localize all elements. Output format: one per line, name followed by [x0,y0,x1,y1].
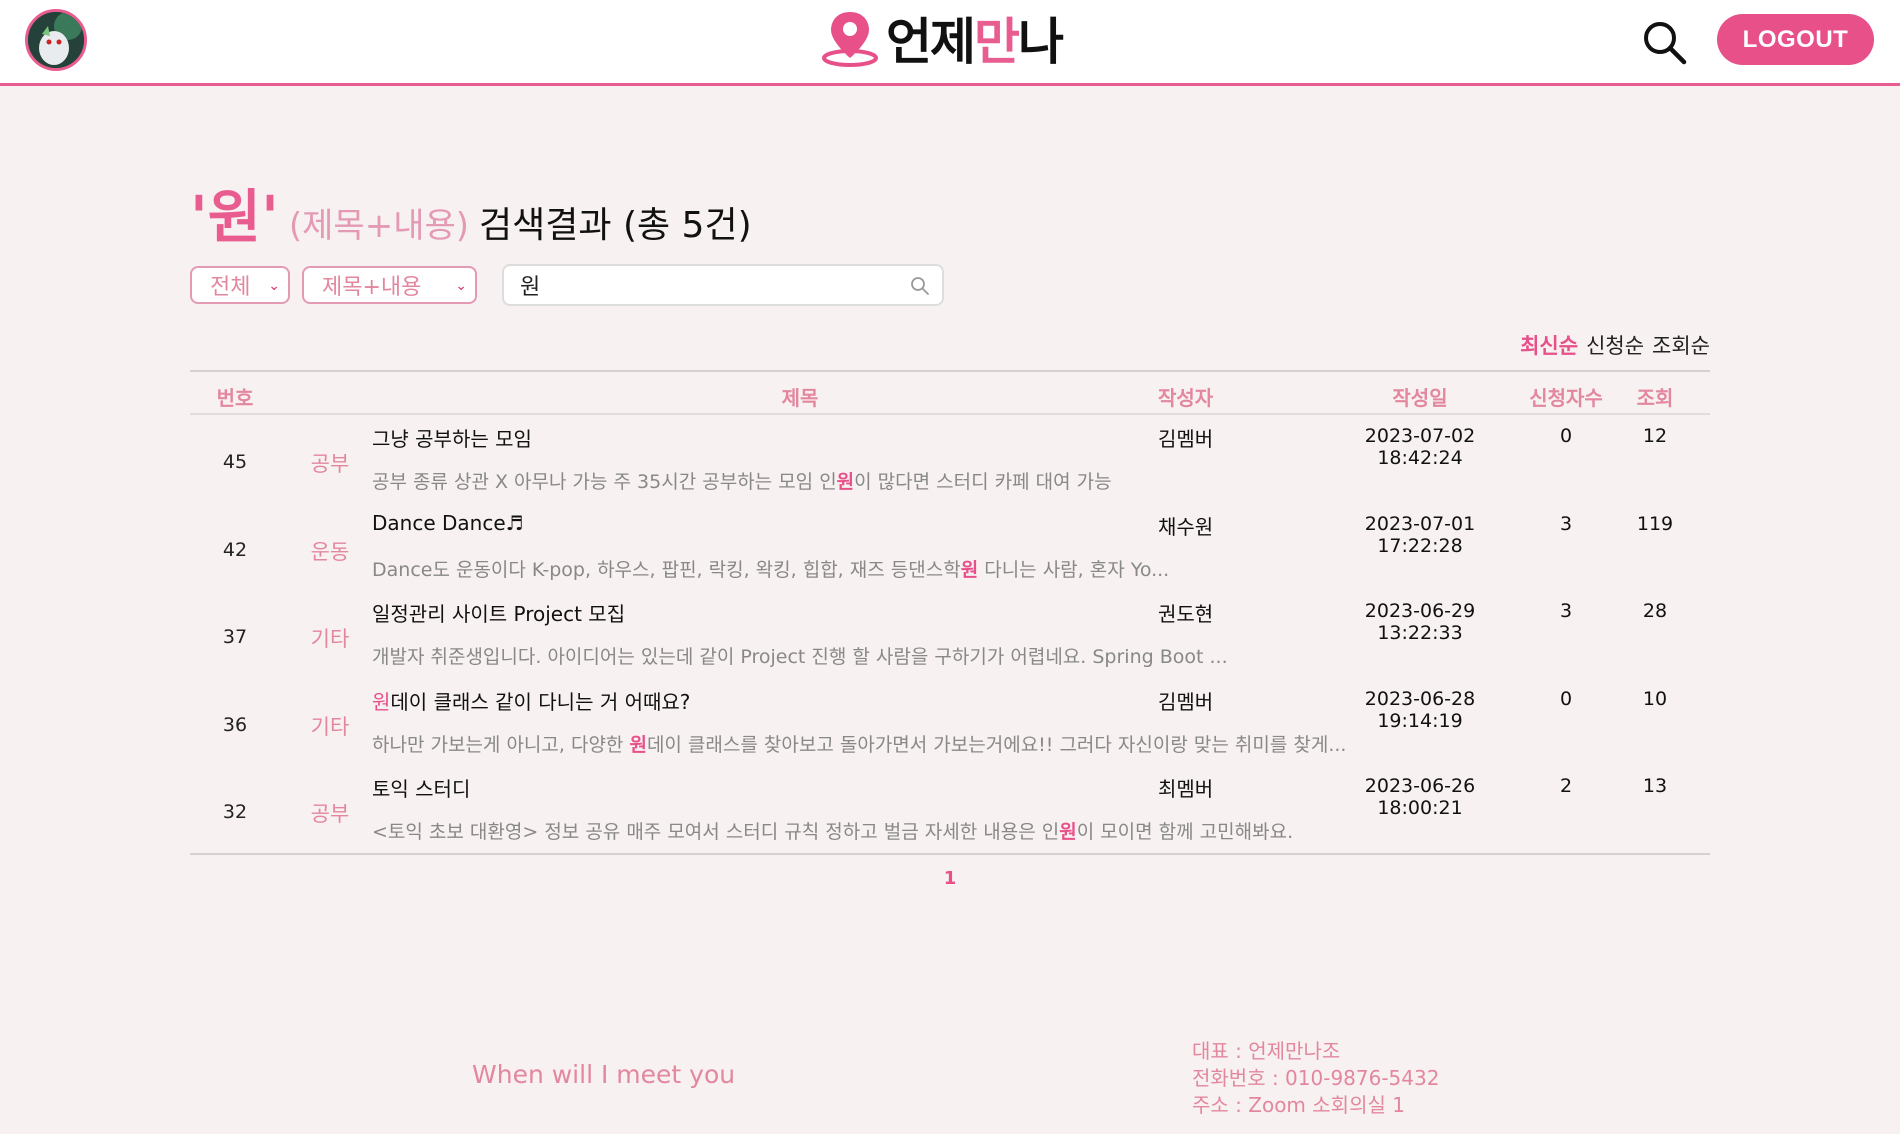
sort-bar: 최신순 신청순 조회순 [1505,330,1710,360]
row-title[interactable]: 원데이 클래스 같이 다니는 거 어때요? [372,686,690,715]
row-category: 공부 [310,802,350,826]
table-header: 번호 제목 작성자 작성일 신청자수 조회 [190,372,1710,415]
search-input[interactable] [520,270,900,300]
row-author: 김멤버 [1158,427,1214,451]
row-title[interactable]: 일정관리 사이트 Project 모집 [372,598,625,627]
search-icon[interactable] [1640,18,1688,66]
row-number: 37 [222,626,248,648]
row-date: 2023-06-28 19:14:19 [1364,687,1476,732]
row-date: 2023-06-26 18:00:21 [1364,775,1476,819]
chevron-down-icon: ⌄ [455,278,467,294]
table-row[interactable]: 37 기타 일정관리 사이트 Project 모집 개발자 취준생입니다. 아이… [190,590,1710,678]
row-applicants: 3 [1559,600,1573,622]
search-type-label: (제목+내용) [288,206,470,246]
header-views: 조회 [1636,386,1674,410]
row-views: 10 [1642,687,1668,710]
table-row[interactable]: 32 공부 토익 스터디 <토익 초보 대환영> 정보 공유 매주 모여서 스터… [190,765,1710,853]
row-category: 공부 [310,452,350,476]
search-type-select-value: 제목+내용 [322,275,422,300]
table-row[interactable]: 42 운동 Dance Dance♬ Dance도 운동이다 K-pop, 하우… [190,503,1710,591]
row-title[interactable]: 토익 스터디 [372,773,470,802]
category-select-value: 전체 [210,275,251,300]
search-result-title: '원' (제목+내용) 검색결과 (총 5건) [190,170,752,251]
location-pin-icon [822,12,878,67]
row-applicants: 0 [1559,687,1573,710]
row-title[interactable]: 그냥 공부하는 모임 [372,423,532,452]
row-category: 기타 [310,714,350,739]
row-date: 2023-07-01 17:22:28 [1364,512,1476,557]
row-applicants: 0 [1559,425,1573,447]
footer-phone: 전화번호 : 010-9876-5432 [1192,1066,1440,1090]
footer-address: 주소 : Zoom 소회의실 1 [1192,1093,1405,1117]
results-table: 번호 제목 작성자 작성일 신청자수 조회 45 공부 그냥 공부하는 모임 공… [190,370,1710,855]
search-type-select[interactable]: 제목+내용 ⌄ [302,266,477,304]
footer-info: 대표 : 언제만나조 전화번호 : 010-9876-5432 주소 : Zoo… [1192,1038,1439,1119]
row-number: 45 [222,451,248,473]
row-views: 119 [1636,512,1674,535]
row-author: 권도현 [1158,602,1214,626]
row-views: 13 [1642,775,1668,797]
row-preview: 공부 종류 상관 X 아무나 가능 주 35시간 공부하는 모임 인원이 많다면… [372,471,1112,493]
header: 언제만나 LOGOUT [0,0,1900,86]
search-box [502,264,944,306]
row-date: 2023-06-29 13:22:33 [1364,600,1476,644]
sort-applicants[interactable]: 신청순 [1586,330,1644,360]
pagination-page-1[interactable]: 1 [930,868,970,889]
row-views: 28 [1642,600,1668,622]
row-number: 36 [222,713,248,736]
row-preview: <토익 초보 대환영> 정보 공유 매주 모여서 스터디 규칙 정하고 벌금 자… [372,821,1294,843]
row-views: 12 [1642,425,1668,447]
row-date: 2023-07-02 18:42:24 [1364,425,1476,469]
row-number: 32 [222,801,248,823]
row-preview: 개발자 취준생입니다. 아이디어는 있는데 같이 Project 진행 할 사람… [372,646,1228,668]
sort-views[interactable]: 조회순 [1652,330,1710,360]
table-row[interactable]: 36 기타 원데이 클래스 같이 다니는 거 어때요? 하나만 가보는게 아니고… [190,678,1710,766]
avatar[interactable] [25,9,87,71]
header-title: 제목 [781,386,819,410]
row-author: 최멤버 [1158,777,1214,801]
row-author: 김멤버 [1158,689,1214,714]
row-author: 채수원 [1158,514,1214,539]
footer-slogan: When will I meet you [472,1060,736,1089]
row-preview: 하나만 가보는게 아니고, 다양한 원데이 클래스를 찾아보고 돌아가면서 가보… [372,733,1347,756]
header-date: 작성일 [1392,386,1448,410]
row-number: 42 [222,538,248,561]
logo-text: 언제만나 [886,13,1064,71]
table-row[interactable]: 45 공부 그냥 공부하는 모임 공부 종류 상관 X 아무나 가능 주 35시… [190,415,1710,503]
header-apply: 신청자수 [1529,386,1603,410]
result-count-label: 검색결과 (총 5건) [479,205,752,246]
logo[interactable]: 언제만나 [820,6,1064,71]
logout-button[interactable]: LOGOUT [1717,14,1874,65]
row-applicants: 3 [1559,512,1573,535]
search-icon[interactable] [910,276,930,296]
footer-rep: 대표 : 언제만나조 [1192,1039,1341,1063]
category-select[interactable]: 전체 ⌄ [190,266,290,304]
header-num: 번호 [216,386,254,410]
chevron-down-icon: ⌄ [268,278,280,294]
row-category: 운동 [310,539,350,564]
row-applicants: 2 [1559,775,1573,797]
row-title[interactable]: Dance Dance♬ [372,511,524,535]
row-preview: Dance도 운동이다 K-pop, 하우스, 팝핀, 락킹, 왁킹, 힙합, … [372,558,1170,581]
search-keyword: '원' [190,183,279,251]
header-author: 작성자 [1158,386,1214,410]
sort-latest[interactable]: 최신순 [1520,330,1578,360]
row-category: 기타 [310,627,350,651]
